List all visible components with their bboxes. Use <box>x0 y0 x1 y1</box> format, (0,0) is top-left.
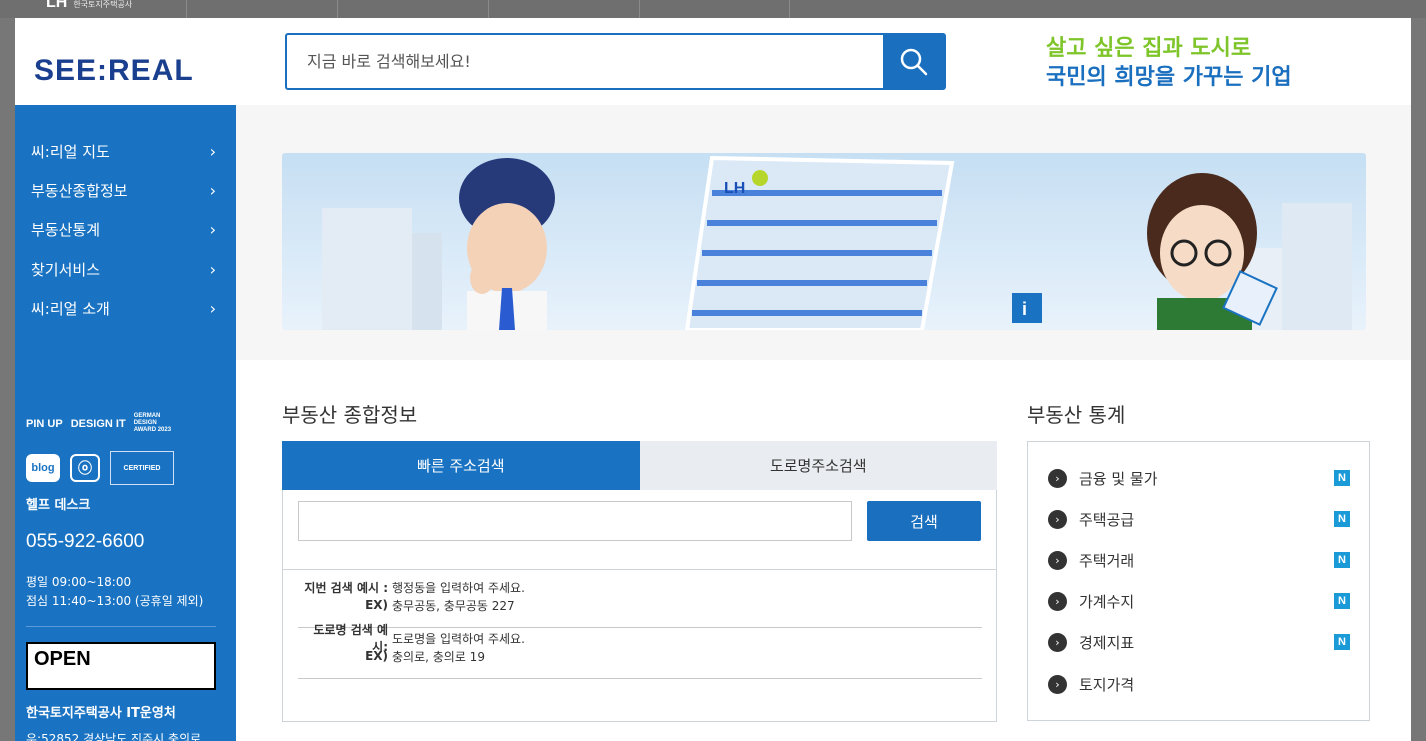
slogan-line-1: 살고 싶은 집과 도시로 <box>1046 36 1252 61</box>
german-design-award-logo: GERMAN DESIGN AWARD 2023 <box>133 413 172 433</box>
chevron-right-icon: › <box>209 259 216 279</box>
top-nav-tab[interactable] <box>488 0 639 18</box>
search-tabs: 빠른 주소검색 도로명주소검색 <box>282 441 997 490</box>
top-nav-tab[interactable] <box>186 0 337 18</box>
search-button[interactable] <box>883 35 944 88</box>
stat-item-economy[interactable]: › 경제지표 N <box>1048 631 1350 653</box>
social-links: blog ⓞ CERTIFIED <box>26 451 174 485</box>
top-bar: LH 한국토지주택공사 <box>0 0 1426 18</box>
new-badge: N <box>1334 552 1350 568</box>
search-box <box>285 33 946 90</box>
pinup-award-logo: PIN UP <box>26 417 63 430</box>
arrow-circle-icon: › <box>1048 591 1067 611</box>
help-hours: 평일 09:00~18:00 점심 11:40~13:00 (공휴일 제외) <box>26 575 204 608</box>
hero-banner[interactable]: LH i <box>282 153 1366 330</box>
statistics-list: › 금융 및 물가 N › 주택공급 N › 주택거래 N › 가계수지 N › 경제지표 N › 토… <box>1027 441 1370 721</box>
tab-road-address[interactable]: 도로명주소검색 <box>639 441 997 490</box>
open-license-badge[interactable]: OPEN <box>26 642 216 690</box>
stat-item-finance[interactable]: › 금융 및 물가 N <box>1048 467 1350 489</box>
tab-quick-address[interactable]: 빠른 주소검색 <box>282 441 640 490</box>
company-name: 한국토지주택공사 IT운영처 <box>26 706 176 721</box>
sidebar-item-about[interactable]: 씨:리얼 소개 › <box>31 297 216 319</box>
certification-badge: CERTIFIED <box>110 451 174 485</box>
top-nav-tab[interactable] <box>337 0 488 18</box>
award-logos: PIN UP DESIGN IT GERMAN DESIGN AWARD 202… <box>26 413 174 434</box>
blog-icon[interactable]: blog <box>26 454 60 482</box>
banner-lh-logo: LH <box>724 180 745 197</box>
search-icon <box>900 48 927 75</box>
help-phone: 055-922-6600 <box>26 531 145 552</box>
brand-logo[interactable]: SEE:REAL <box>34 54 194 88</box>
instagram-icon[interactable]: ⓞ <box>70 454 100 482</box>
company-address: 우:52852 경상남도 진주시 충의로 <box>26 732 202 741</box>
chevron-right-icon: › <box>209 219 216 239</box>
chevron-right-icon: › <box>209 141 216 161</box>
arrow-circle-icon: › <box>1048 509 1067 529</box>
stat-item-household[interactable]: › 가계수지 N <box>1048 590 1350 612</box>
svg-text:i: i <box>1022 299 1027 319</box>
sidebar: 씨:리얼 지도 › 부동산종합정보 › 부동산통계 › 찾기서비스 › 씨:리얼 소개 ›… <box>15 105 236 741</box>
sidebar-item-realestate-info[interactable]: 부동산종합정보 › <box>31 179 216 201</box>
main-content: 부동산 종합정보 빠른 주소검색 도로명주소검색 검색 지번 검색 예시 : 행정… <box>236 360 1411 741</box>
realestate-info-title: 부동산 종합정보 <box>282 403 418 427</box>
main-window: SEE:REAL 살고 싶은 집과 도시로 국민의 희망을 가꾸는 기업 씨:리… <box>15 18 1411 741</box>
stat-item-housing-supply[interactable]: › 주택공급 N <box>1048 508 1350 530</box>
header: SEE:REAL 살고 싶은 집과 도시로 국민의 희망을 가꾸는 기업 <box>15 18 1411 105</box>
stat-item-land-price[interactable]: › 토지가격 <box>1048 673 1350 695</box>
arrow-circle-icon: › <box>1048 550 1067 570</box>
arrow-circle-icon: › <box>1048 632 1067 652</box>
new-badge: N <box>1334 634 1350 650</box>
lh-top-logo[interactable]: LH 한국토지주택공사 <box>46 0 132 12</box>
road-example: 도로명 검색 예시: 도로명을 입력하여 주세요. EX) 충의로, 충의로 19 <box>298 623 982 679</box>
help-desk-title: 헬프 데스크 <box>26 498 91 513</box>
arrow-circle-icon: › <box>1048 674 1067 694</box>
stat-item-housing-trade[interactable]: › 주택거래 N <box>1048 549 1350 571</box>
divider <box>26 626 216 627</box>
sidebar-item-find-service[interactable]: 찾기서비스 › <box>31 258 216 280</box>
banner-illustration: LH i <box>322 155 1352 330</box>
slogan: 살고 싶은 집과 도시로 국민의 희망을 가꾸는 기업 <box>1046 34 1292 92</box>
divider <box>283 569 996 570</box>
arrow-circle-icon: › <box>1048 468 1067 488</box>
statistics-title: 부동산 통계 <box>1027 403 1126 427</box>
jibun-example: 지번 검색 예시 : 행정동을 입력하여 주세요. EX) 충무공동, 충무공동 2… <box>298 578 982 628</box>
address-search-button[interactable]: 검색 <box>867 501 981 541</box>
sidebar-item-statistics[interactable]: 부동산통계 › <box>31 218 216 240</box>
slogan-line-2: 국민의 희망을 가꾸는 기업 <box>1046 65 1292 90</box>
address-input[interactable] <box>298 501 852 541</box>
top-nav-tab[interactable] <box>639 0 790 18</box>
address-search-panel: 검색 지번 검색 예시 : 행정동을 입력하여 주세요. EX) 충무공동, 충무공… <box>282 490 997 722</box>
sidebar-item-map[interactable]: 씨:리얼 지도 › <box>31 140 216 162</box>
new-badge: N <box>1334 470 1350 486</box>
search-input[interactable] <box>287 35 883 88</box>
chevron-right-icon: › <box>209 180 216 200</box>
chevron-right-icon: › <box>209 298 216 318</box>
designit-award-logo: DESIGN IT <box>70 417 126 430</box>
new-badge: N <box>1334 511 1350 527</box>
new-badge: N <box>1334 593 1350 609</box>
